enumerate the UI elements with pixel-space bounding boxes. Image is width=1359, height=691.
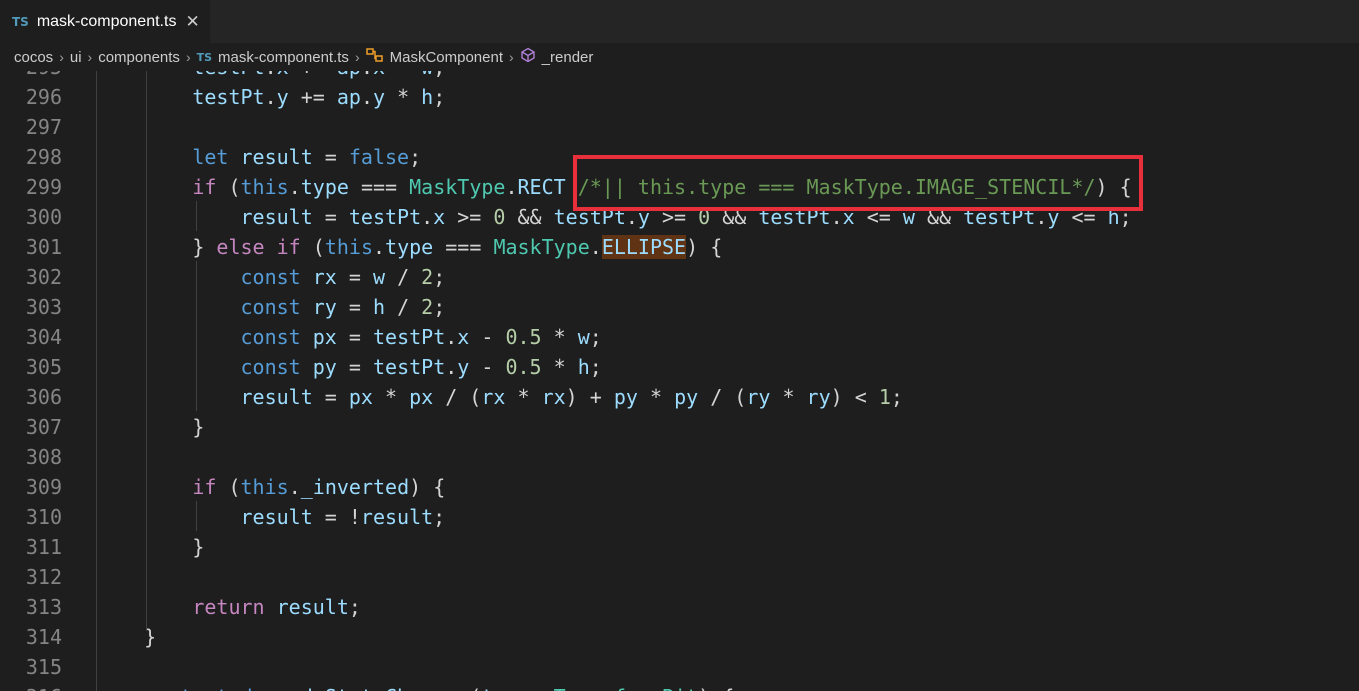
line-number: 307 (25, 415, 62, 439)
code-text[interactable]: if (this.type === MaskType.RECT /*|| thi… (96, 172, 1131, 202)
chevron-right-icon: › (87, 49, 93, 65)
indent-guide (196, 261, 197, 411)
code-text[interactable]: let result = false; (96, 142, 421, 172)
close-icon[interactable]: ✕ (185, 12, 199, 32)
tab-label: mask-component.ts (36, 12, 177, 30)
line-number: 310 (25, 505, 62, 529)
breadcrumb: cocos › ui › components › TS mask-compon… (0, 43, 1359, 71)
code-line[interactable]: 296 testPt.y += ap.y * h; (0, 82, 1359, 112)
code-line[interactable]: 314 } (0, 622, 1359, 652)
code-text[interactable]: } (96, 412, 204, 442)
tab-mask-component[interactable]: TS mask-component.ts ✕ (0, 0, 210, 43)
code-text[interactable]: const px = testPt.x - 0.5 * w; (96, 322, 602, 352)
code-text[interactable]: protected _nodeStateChange (type: Transf… (96, 682, 734, 691)
code-text[interactable]: if (this._inverted) { (96, 472, 445, 502)
method-icon (520, 47, 536, 67)
tab-bar: TS mask-component.ts ✕ (0, 0, 1359, 43)
code-line[interactable]: 299 if (this.type === MaskType.RECT /*||… (0, 172, 1359, 202)
code-text[interactable]: } (96, 622, 156, 652)
code-line[interactable]: 309 if (this._inverted) { (0, 472, 1359, 502)
code-text[interactable]: const ry = h / 2; (96, 292, 446, 322)
line-number: 316 (0, 682, 62, 691)
code-text[interactable]: result = px * px / (rx * rx) + py * py /… (96, 382, 903, 412)
line-number: 314 (25, 625, 62, 649)
code-text[interactable]: const py = testPt.y - 0.5 * h; (96, 352, 602, 382)
breadcrumb-ui[interactable]: ui (70, 49, 82, 66)
code-line[interactable]: 304 const px = testPt.x - 0.5 * w; (0, 322, 1359, 352)
line-number: 311 (25, 535, 62, 559)
code-line[interactable]: 303 const ry = h / 2; (0, 292, 1359, 322)
code-line[interactable]: 297 (0, 112, 1359, 142)
line-number: 301 (25, 235, 62, 259)
code-line[interactable]: 301 } else if (this.type === MaskType.EL… (0, 232, 1359, 262)
breadcrumb-components[interactable]: components (98, 49, 180, 66)
line-number: 303 (25, 295, 62, 319)
line-number: 313 (25, 595, 62, 619)
code-line[interactable]: 295 testPt.x += ap.x * w; (0, 71, 1359, 82)
typescript-file-icon: TS (12, 14, 29, 29)
line-number: 295 (0, 71, 62, 82)
line-number: 309 (25, 475, 62, 499)
line-number: 304 (25, 325, 62, 349)
code-line[interactable]: 311 } (0, 532, 1359, 562)
line-number: 302 (25, 265, 62, 289)
code-text[interactable]: testPt.x += ap.x * w; (96, 71, 445, 82)
line-number: 308 (25, 445, 62, 469)
line-number: 299 (25, 175, 62, 199)
code-line[interactable]: 305 const py = testPt.y - 0.5 * h; (0, 352, 1359, 382)
chevron-right-icon: › (509, 49, 514, 65)
code-text[interactable]: result = testPt.x >= 0 && testPt.y >= 0 … (96, 202, 1132, 232)
code-text[interactable]: const rx = w / 2; (96, 262, 446, 292)
line-number: 305 (25, 355, 62, 379)
code-line[interactable]: 302 const rx = w / 2; (0, 262, 1359, 292)
line-number: 296 (25, 85, 62, 109)
chevron-right-icon: › (59, 49, 64, 65)
code-line[interactable]: 313 return result; (0, 592, 1359, 622)
code-line[interactable]: 308 (0, 442, 1359, 472)
class-icon (365, 47, 384, 67)
code-line[interactable]: 315 (0, 652, 1359, 682)
breadcrumb-file[interactable]: mask-component.ts (218, 49, 349, 66)
code-text[interactable]: } else if (this.type === MaskType.ELLIPS… (96, 232, 722, 262)
indent-guide (96, 71, 97, 691)
code-line[interactable]: 306 result = px * px / (rx * rx) + py * … (0, 382, 1359, 412)
code-line[interactable]: 307 } (0, 412, 1359, 442)
code-text[interactable]: testPt.y += ap.y * h; (96, 82, 445, 112)
typescript-file-icon: TS (196, 50, 213, 64)
line-number: 300 (25, 205, 62, 229)
code-text[interactable]: return result; (96, 592, 361, 622)
code-line[interactable]: 298 let result = false; (0, 142, 1359, 172)
indent-guide (196, 201, 197, 231)
code-line[interactable]: 316 protected _nodeStateChange (type: Tr… (0, 682, 1359, 691)
indent-guide (146, 71, 147, 631)
line-number: 298 (25, 145, 62, 169)
indent-guide (196, 501, 197, 531)
code-text[interactable]: } (96, 532, 204, 562)
breadcrumb-method[interactable]: _render (542, 49, 594, 66)
line-number: 312 (25, 565, 62, 589)
code-line[interactable]: 312 (0, 562, 1359, 592)
line-number: 297 (25, 115, 62, 139)
code-area[interactable]: 295 testPt.x += ap.x * w;296 testPt.y +=… (0, 71, 1359, 691)
code-line[interactable]: 310 result = !result; (0, 502, 1359, 532)
line-number: 315 (25, 655, 62, 679)
code-line[interactable]: 300 result = testPt.x >= 0 && testPt.y >… (0, 202, 1359, 232)
breadcrumb-cocos[interactable]: cocos (14, 49, 53, 66)
code-text[interactable]: result = !result; (96, 502, 446, 532)
breadcrumb-class[interactable]: MaskComponent (390, 49, 503, 66)
chevron-right-icon: › (185, 49, 191, 65)
chevron-right-icon: › (354, 49, 360, 65)
line-number: 306 (25, 385, 62, 409)
code-editor[interactable]: 295 testPt.x += ap.x * w;296 testPt.y +=… (0, 71, 1359, 691)
